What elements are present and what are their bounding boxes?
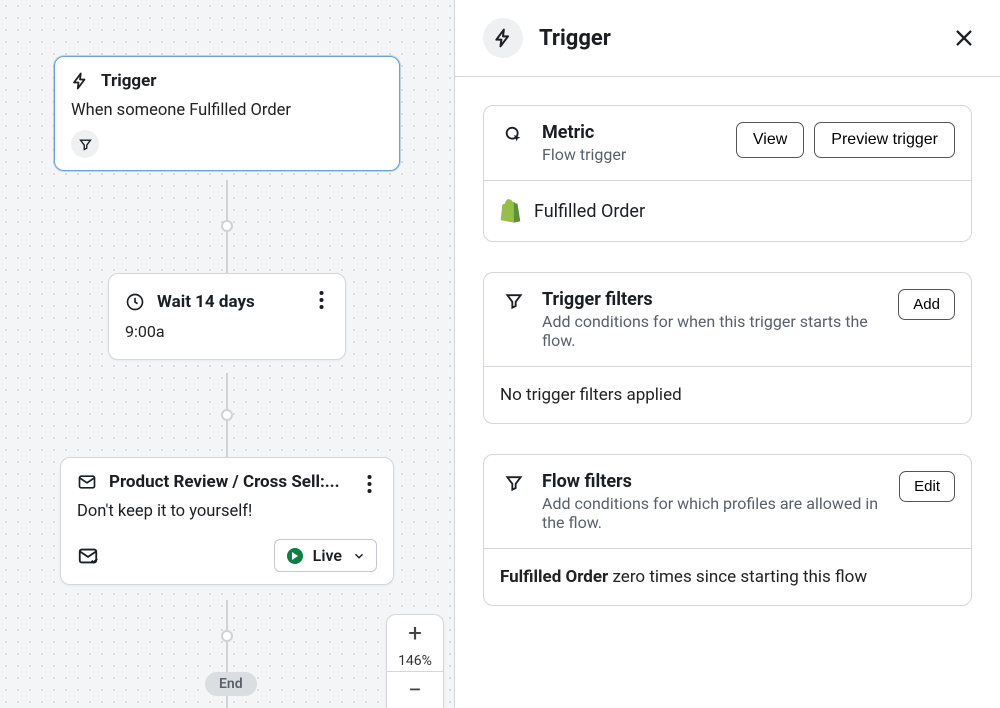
node-description: Don't keep it to yourself! xyxy=(77,502,377,521)
zoom-in-button[interactable]: + xyxy=(387,615,443,651)
close-icon xyxy=(953,27,975,49)
panel-header: Trigger xyxy=(455,0,1000,77)
flow-filter-rest: zero times since starting this flow xyxy=(608,567,867,587)
filter-chip[interactable] xyxy=(71,130,99,158)
trigger-filters-section: Trigger filters Add conditions for when … xyxy=(483,272,972,424)
connector-node[interactable] xyxy=(221,220,233,232)
zoom-controls: + 146% − xyxy=(386,614,444,708)
section-title: Metric xyxy=(542,122,722,143)
connector-node[interactable] xyxy=(221,630,233,642)
chevron-down-icon xyxy=(352,549,366,563)
connector xyxy=(226,373,228,457)
panel-title: Trigger xyxy=(539,26,611,51)
clock-icon xyxy=(125,292,145,312)
flow-canvas[interactable]: Trigger When someone Fulfilled Order Wai… xyxy=(0,0,455,708)
status-dropdown[interactable]: Live xyxy=(274,539,377,572)
zoom-out-button[interactable]: − xyxy=(387,672,443,708)
filter-icon xyxy=(500,289,528,311)
metric-name: Fulfilled Order xyxy=(534,201,645,222)
details-panel: Trigger Metric Flow trigger View xyxy=(455,0,1000,708)
mail-sent-icon xyxy=(77,545,99,567)
trigger-filters-summary: No trigger filters applied xyxy=(484,366,971,423)
node-title: Product Review / Cross Sell:... xyxy=(109,472,340,492)
node-trigger[interactable]: Trigger When someone Fulfilled Order xyxy=(54,56,400,171)
mail-icon xyxy=(77,472,97,492)
panel-header-icon xyxy=(483,18,523,58)
end-node: End xyxy=(205,672,257,696)
section-subtitle: Add conditions for which profiles are al… xyxy=(542,494,885,532)
flow-filter-metric: Fulfilled Order xyxy=(500,567,608,587)
wait-time: 9:00a xyxy=(125,322,329,341)
status-label: Live xyxy=(313,546,342,565)
add-trigger-filter-button[interactable]: Add xyxy=(898,289,955,320)
close-button[interactable] xyxy=(948,22,980,54)
lightning-icon xyxy=(71,72,89,90)
view-button[interactable]: View xyxy=(736,122,804,158)
section-subtitle: Flow trigger xyxy=(542,145,722,164)
filter-icon xyxy=(500,471,528,493)
node-title: Wait 14 days xyxy=(157,292,255,312)
zoom-level: 146% xyxy=(398,651,432,671)
status-indicator-icon xyxy=(287,548,303,564)
node-menu-button[interactable] xyxy=(309,288,333,312)
shopify-icon xyxy=(500,199,522,223)
connector xyxy=(226,180,228,273)
flow-filters-summary: Fulfilled Order zero times since startin… xyxy=(484,548,971,605)
node-description: When someone Fulfilled Order xyxy=(71,101,383,120)
cursor-click-icon xyxy=(500,122,528,146)
connector-node[interactable] xyxy=(221,409,233,421)
edit-flow-filter-button[interactable]: Edit xyxy=(899,471,955,502)
node-wait[interactable]: Wait 14 days 9:00a xyxy=(108,273,346,360)
section-title: Trigger filters xyxy=(542,289,884,310)
lightning-icon xyxy=(493,28,513,48)
metric-section: Metric Flow trigger View Preview trigger… xyxy=(483,105,972,242)
node-title: Trigger xyxy=(101,71,157,91)
flow-filters-section: Flow filters Add conditions for which pr… xyxy=(483,454,972,606)
preview-trigger-button[interactable]: Preview trigger xyxy=(814,122,955,158)
node-menu-button[interactable] xyxy=(357,472,381,496)
node-email[interactable]: Product Review / Cross Sell:... Don't ke… xyxy=(60,457,394,585)
section-subtitle: Add conditions for when this trigger sta… xyxy=(542,312,884,350)
section-title: Flow filters xyxy=(542,471,885,492)
